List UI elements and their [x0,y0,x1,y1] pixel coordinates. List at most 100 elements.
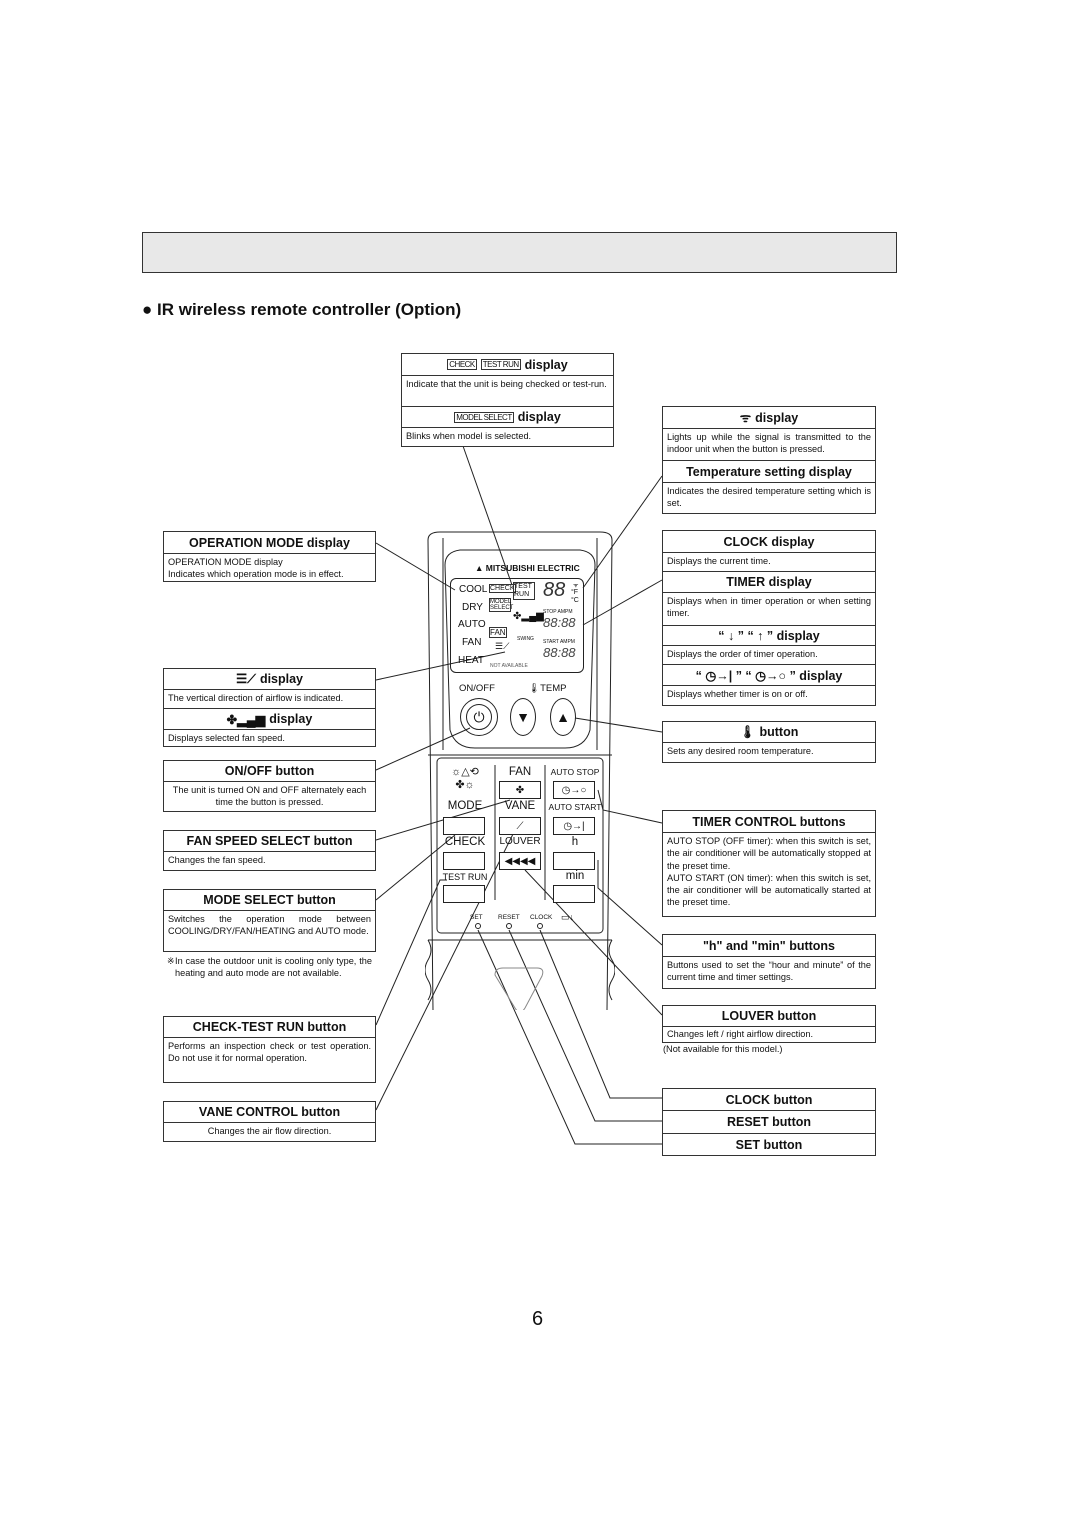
clock-label: CLOCK [530,914,553,921]
brand-logo: ▲ MITSUBISHI ELECTRIC [475,563,580,573]
temp-label: 🌡TEMP [528,683,566,694]
test-run-label: TEST RUN [442,872,488,882]
hour-button[interactable] [553,852,595,870]
reset-label: RESET [498,914,520,921]
check-label: CHECK [444,836,486,848]
fan-label: FAN [508,766,532,778]
callout-title: CLOCK display [663,531,875,553]
temp-button-callout: 🌡 button Sets any desired room temperatur… [662,721,876,763]
timer-off-icon: ◷→○ [561,784,587,796]
signal-icon: ᯤ [739,411,752,425]
lcd-screen: COOL DRY AUTO FAN HEAT CHECK TEST RUN MO… [450,578,584,673]
model-select-tag: MODEL SELECT [454,411,514,423]
callout-title: display [524,357,568,372]
callout-title: "h" and "min" buttons [663,935,875,957]
callout-title: MODE SELECT button [164,890,375,911]
callout-title: VANE CONTROL button [164,1102,375,1123]
clock-timer-callout: CLOCK display Displays the current time.… [662,530,876,706]
lcd-test-run: TEST RUN [513,582,535,600]
fan-icon: ✤ [515,784,525,796]
thermometer-icon: 🌡 [739,724,756,739]
callout-desc: AUTO STOP (OFF timer): when this switch … [667,836,871,871]
mode-select-button[interactable] [443,817,485,835]
callout-title: LOUVER button [663,1006,875,1027]
vane-airflow-icon: ☰⟋ [495,641,510,651]
temp-label-text: TEMP [540,683,567,694]
callout-title: TIMER display [663,572,875,593]
test-run-button[interactable] [443,885,485,903]
callout-desc: Displays selected fan speed. [168,733,285,743]
mode-cool: COOL [459,584,488,595]
set-button[interactable] [475,923,481,929]
auto-stop-label: AUTO STOP [550,767,600,777]
onoff-button[interactable]: ⏻ [460,698,498,736]
callout-title: display [259,672,304,686]
set-label: SET [470,914,483,921]
callout-desc: Lights up while the signal is transmitte… [663,429,875,461]
callout-desc: Displays the order of timer operation. [663,646,875,665]
callout-title: SET button [735,1137,803,1152]
fan-speed-icon: ✤▂▄▆ [226,712,266,727]
mode-select-callout: MODE SELECT button Switches the operatio… [163,889,376,952]
clock-reset-set-callout: CLOCK button RESET button SET button [662,1088,876,1156]
power-icon: ⏻ [466,704,492,730]
louver-callout: LOUVER button Changes left / right airfl… [662,1005,876,1043]
thermometer-icon: 🌡 [528,683,541,694]
lcd-clock: 88:88 [543,615,576,630]
mode-label: MODE [447,800,483,812]
fan-speed-button[interactable]: ✤ [499,781,541,799]
battery-icon: ▭↓ [561,912,575,922]
callout-desc: AUTO START (ON timer): when this switch … [667,872,871,908]
mode-select-note: ※In case the outdoor unit is cooling onl… [167,956,372,978]
brand-name: MITSUBISHI ELECTRIC [485,563,580,573]
vane-button[interactable]: ⟋ [499,817,541,835]
vane-control-callout: VANE CONTROL button Changes the air flow… [163,1101,376,1142]
mode-icons: ☼△⟲ ✤☼ [451,766,479,791]
test-run-tag: TEST RUN [480,359,521,370]
auto-stop-button[interactable]: ◷→○ [553,781,595,799]
callout-title: display [269,712,313,726]
louver-label: LOUVER [499,836,541,847]
minute-button[interactable] [553,885,595,903]
auto-start-button[interactable]: ◷→| [553,817,595,835]
lcd-swing: SWING [517,636,534,642]
callout-desc: Changes the fan speed. [168,855,266,865]
lcd-unit-f: °F [571,589,579,596]
lcd-fan: FAN [489,627,507,638]
lcd-temp: 88 [543,579,566,601]
min-label: min [565,870,585,882]
mode-heat: HEAT [458,655,484,666]
lcd-model-select: MODEL SELECT [489,598,514,612]
clock-button[interactable] [537,923,543,929]
lcd-timer: 88:88 [543,645,576,660]
check-test-run-callout: CHECK-TEST RUN button Performs an inspec… [163,1016,376,1083]
reset-button[interactable] [506,923,512,929]
louver-button[interactable]: ◀◀◀◀ [499,852,541,870]
signal-icon: ᯤ [573,583,579,589]
callout-title: “ ↓ ” “ ↑ ” display [663,626,875,646]
callout-title: CLOCK button [663,1089,875,1111]
callout-desc: The vertical direction of airflow is ind… [164,690,375,709]
callout-desc: Displays when in timer operation or when… [663,593,875,626]
callout-title: display [517,410,561,424]
callout-title: display [755,410,799,425]
temp-down-button[interactable]: ▼ [510,698,536,736]
mitsubishi-diamonds-icon: ▲ [475,563,486,573]
callout-desc: Buttons used to set the “hour and minute… [667,960,871,983]
lcd-check: CHECK [489,584,516,593]
timer-control-callout: TIMER CONTROL buttons AUTO STOP (OFF tim… [662,810,876,917]
check-button[interactable] [443,852,485,870]
vane-airflow-icon: ☰⟋ [235,672,256,686]
callout-desc: Displays whether timer is on or off. [667,689,808,699]
callout-desc: Indicate that the unit is being checked … [402,376,613,407]
page-number: 6 [532,1308,544,1330]
callout-desc: Performs an inspection check or test ope… [168,1041,371,1064]
temp-up-button[interactable]: ▲ [550,698,576,736]
check-model-select-callout: CHECK TEST RUN display Indicate that the u… [401,353,614,447]
lcd-unit-c: °C [571,597,579,604]
callout-desc: The unit is turned ON and OFF alternatel… [172,785,367,808]
fan-speed-icon: ✤▂▄▆ [513,611,544,622]
fan-speed-button-callout: FAN SPEED SELECT button Changes the fan … [163,830,376,871]
callout-title: “ ◷→| ” “ ◷→○ ” display [663,665,875,686]
h-label: h [571,836,579,848]
